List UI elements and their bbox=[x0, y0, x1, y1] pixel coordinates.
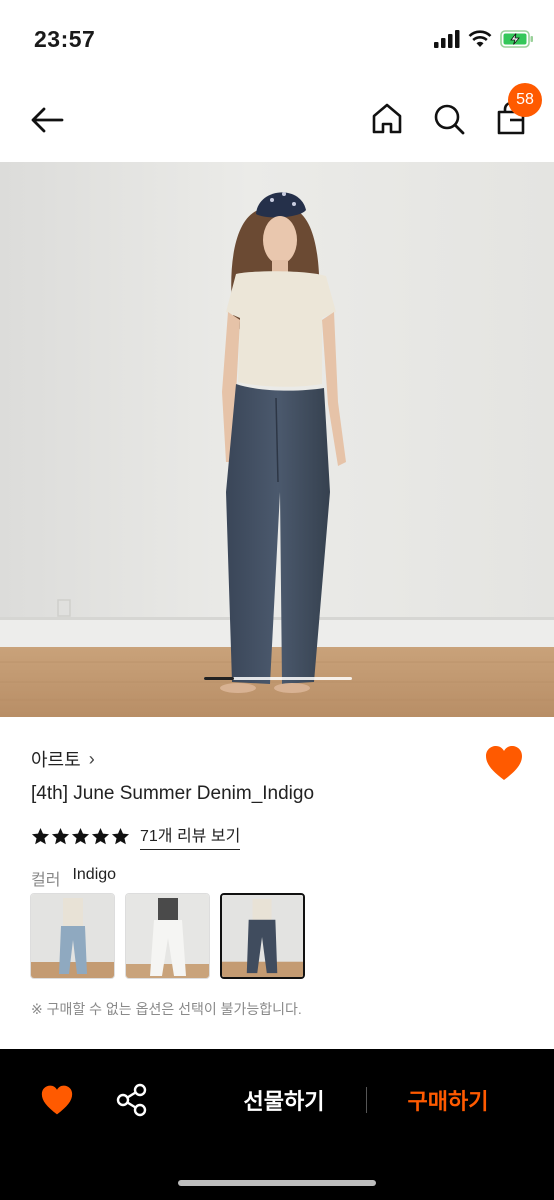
star-icon bbox=[31, 827, 50, 844]
color-swatches bbox=[30, 893, 305, 979]
swatch-image bbox=[126, 894, 209, 978]
like-button[interactable] bbox=[484, 744, 524, 782]
carousel-progress bbox=[204, 677, 352, 680]
swatch-image bbox=[31, 894, 114, 978]
color-option-row: 컬러 Indigo bbox=[31, 866, 116, 890]
battery-icon bbox=[500, 30, 533, 48]
wifi-icon bbox=[468, 30, 492, 47]
back-button[interactable] bbox=[26, 100, 70, 140]
swatch-image bbox=[222, 895, 303, 977]
cart-count-badge: 58 bbox=[508, 83, 542, 117]
home-button[interactable] bbox=[366, 98, 408, 140]
nav-bar bbox=[0, 80, 554, 162]
search-icon bbox=[434, 104, 465, 135]
star-icon bbox=[71, 827, 90, 844]
bottom-action-bar: 선물하기 구매하기 bbox=[0, 1049, 554, 1200]
share-icon bbox=[116, 1083, 147, 1117]
share-button[interactable] bbox=[116, 1083, 148, 1117]
back-arrow-icon bbox=[31, 107, 64, 133]
option-value: Indigo bbox=[72, 866, 117, 883]
star-icon bbox=[51, 827, 70, 844]
brand-link[interactable]: 아르토 › bbox=[31, 746, 95, 772]
option-notice: ※ 구매할 수 없는 옵션은 선택이 불가능합니다. bbox=[31, 1001, 302, 1017]
swatch-light-blue-denim[interactable] bbox=[30, 893, 115, 979]
status-icons bbox=[434, 30, 534, 48]
star-icon bbox=[111, 827, 130, 844]
brand-name: 아르토 bbox=[31, 750, 81, 770]
divider bbox=[366, 1087, 367, 1113]
home-icon bbox=[372, 103, 402, 134]
swatch-white[interactable] bbox=[125, 893, 210, 979]
status-bar: 23:57 bbox=[0, 0, 554, 80]
heart-icon bbox=[41, 1085, 73, 1115]
status-time: 23:57 bbox=[34, 26, 96, 52]
heart-icon bbox=[486, 746, 522, 780]
search-button[interactable] bbox=[428, 98, 470, 140]
signal-icon bbox=[434, 30, 460, 48]
product-title: [4th] June Summer Denim_Indigo bbox=[31, 783, 315, 804]
gift-button[interactable]: 선물하기 bbox=[222, 1082, 346, 1122]
option-label: 컬러 bbox=[31, 872, 61, 889]
rating-row: 71개 리뷰 보기 bbox=[31, 822, 241, 850]
chevron-right-icon: › bbox=[88, 748, 95, 769]
carousel-progress-indicator bbox=[204, 677, 234, 680]
rating-stars bbox=[31, 827, 130, 846]
home-indicator bbox=[178, 1180, 376, 1186]
review-link[interactable]: 71개 리뷰 보기 bbox=[140, 822, 241, 850]
star-icon bbox=[91, 827, 110, 844]
swatch-indigo[interactable] bbox=[220, 893, 305, 979]
wishlist-button[interactable] bbox=[40, 1084, 74, 1116]
product-image-carousel[interactable] bbox=[0, 162, 554, 717]
product-photo bbox=[0, 162, 554, 717]
buy-button[interactable]: 구매하기 bbox=[386, 1082, 510, 1122]
